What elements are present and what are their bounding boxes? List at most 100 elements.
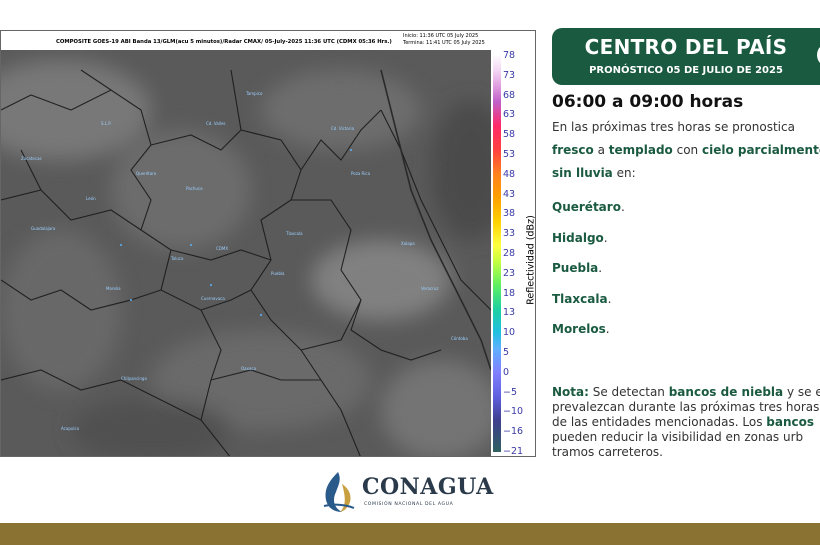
scale-label: Reflectividad (dBz) <box>525 215 536 305</box>
scale-tick: −10 <box>503 406 524 418</box>
state-name: Morelos <box>552 322 606 336</box>
scale-tick: 58 <box>503 129 516 141</box>
scale-tick: 53 <box>503 149 516 160</box>
logo-name: CONAGUA <box>362 474 494 500</box>
svg-text:S.L.P.: S.L.P. <box>101 121 111 126</box>
state-item: Morelos. <box>552 322 610 336</box>
svg-text:Querétaro: Querétaro <box>136 171 157 176</box>
svg-text:Acapulco: Acapulco <box>61 426 80 431</box>
scale-tick: 38 <box>503 208 516 220</box>
svg-text:Cd. Victoria: Cd. Victoria <box>331 126 355 131</box>
scale-tick: −21 <box>503 446 524 457</box>
note-line-1: Nota: Se detectan bancos de niebla y se … <box>552 385 820 400</box>
state-suffix: . <box>620 200 625 214</box>
forecast-line-1-text: En las próximas tres horas se pronostica <box>552 120 795 134</box>
satellite-image: Tampico Cd. Valles Querétaro Pachuca Tla… <box>1 50 491 456</box>
map-init-time: Inicio: 11:36 UTC 05 July 2025 <box>403 33 479 39</box>
note-text: Se detectan <box>588 385 669 399</box>
scale-tick: 43 <box>503 188 516 200</box>
svg-text:Oaxaca: Oaxaca <box>241 366 257 371</box>
state-suffix: . <box>603 230 608 245</box>
scale-tick: 78 <box>503 50 516 61</box>
map-header: COMPOSITE GOES-19 ABI Banda 13/GLM(acu 5… <box>1 31 535 49</box>
scale-tick: 23 <box>503 267 516 279</box>
svg-text:Chilpancingo: Chilpancingo <box>121 376 147 381</box>
svg-text:Xalapa: Xalapa <box>401 241 415 246</box>
note-label: Nota: <box>552 385 589 399</box>
map-end-time: Termina: 11:41 UTC 05 July 2025 <box>403 40 485 46</box>
svg-text:Tampico: Tampico <box>245 91 263 96</box>
scale-tick: 48 <box>503 168 516 180</box>
forecast-line-1: En las próximas tres horas se pronostica <box>552 116 795 139</box>
state-suffix: . <box>605 322 610 336</box>
conagua-logo-icon <box>323 472 355 512</box>
svg-text:Cuernavaca: Cuernavaca <box>201 296 225 301</box>
footer-bar <box>0 523 820 545</box>
svg-text:Poza Rica: Poza Rica <box>351 171 371 176</box>
scale-tick: 28 <box>503 248 516 259</box>
svg-text:Toluca: Toluca <box>170 256 184 261</box>
svg-text:CDMX: CDMX <box>216 246 228 251</box>
note-text: y se e <box>783 385 820 399</box>
forecast-text: a <box>593 143 609 157</box>
svg-text:Zacatecas: Zacatecas <box>21 156 42 161</box>
conagua-logo: CONAGUA COMISIÓN NACIONAL DEL AGUA <box>318 468 508 516</box>
svg-text:Veracruz: Veracruz <box>421 286 438 291</box>
forecast-line-3: sin lluvia en: <box>552 162 636 185</box>
reflectivity-scale: 78 73 68 63 58 53 48 43 38 33 28 23 18 13 10 5 0 −5 −10 −16… <box>491 50 536 457</box>
svg-text:Puebla: Puebla <box>271 271 285 276</box>
scale-tick: 5 <box>503 347 510 358</box>
svg-text:Tlaxcala: Tlaxcala <box>285 231 303 236</box>
svg-text:Guadalajara: Guadalajara <box>31 226 56 231</box>
scale-tick: 0 <box>503 366 510 378</box>
state-suffix: . <box>598 261 603 275</box>
note-banks: bancos <box>766 415 815 429</box>
state-name: Hidalgo <box>552 230 604 245</box>
forecast-line-2: fresco a templado con cielo parcialmente <box>552 139 820 162</box>
note-line-2: prevalezcan durante las próximas tres ho… <box>552 400 820 414</box>
state-item: Querétaro. <box>552 200 625 214</box>
scale-tick: 10 <box>503 327 516 339</box>
scale-tick: 33 <box>503 228 516 240</box>
svg-text:Córdoba: Córdoba <box>451 336 468 341</box>
svg-text:Cd. Valles: Cd. Valles <box>206 121 226 126</box>
scale-tick: 63 <box>503 109 516 121</box>
note-line-4: pueden reducir la visibilidad en zonas u… <box>552 430 804 444</box>
note-fog: bancos de niebla <box>668 385 784 399</box>
scale-tick: 68 <box>503 89 516 101</box>
state-item: Hidalgo. <box>552 231 608 245</box>
state-name: Querétaro <box>552 200 621 214</box>
scale-tick: 18 <box>503 287 516 299</box>
note-line-3: de las entidades mencionadas. Los bancos <box>552 415 814 430</box>
forecast-text: en: <box>612 166 636 180</box>
scale-tick: 13 <box>503 307 516 319</box>
note-line-5: tramos carreteros. <box>552 445 663 459</box>
state-suffix: . <box>607 291 612 306</box>
forecast-text: con <box>672 143 702 157</box>
page: COMPOSITE GOES-19 ABI Banda 13/GLM(acu 5… <box>0 0 820 545</box>
state-item: Tlaxcala. <box>552 292 611 306</box>
svg-text:Morelia: Morelia <box>106 286 121 291</box>
satellite-map-panel: COMPOSITE GOES-19 ABI Banda 13/GLM(acu 5… <box>0 30 536 457</box>
region-banner: CENTRO DEL PAÍS PRONÓSTICO 05 DE JULIO D… <box>552 28 820 85</box>
svg-text:León: León <box>86 196 96 201</box>
state-name: Tlaxcala <box>552 291 608 306</box>
forecast-sky: cielo parcialmente <box>701 143 820 157</box>
forecast-no-rain: sin lluvia <box>552 166 613 180</box>
logo-subtitle: COMISIÓN NACIONAL DEL AGUA <box>364 502 454 507</box>
forecast-panel: CENTRO DEL PAÍS PRONÓSTICO 05 DE JULIO D… <box>548 28 820 460</box>
note-text: de las entidades mencionadas. Los <box>552 415 767 429</box>
state-name: Puebla <box>552 261 599 275</box>
scale-tick: −5 <box>503 386 518 398</box>
banner-title: CENTRO DEL PAÍS <box>584 35 788 59</box>
time-range-title: 06:00 a 09:00 horas <box>552 92 744 112</box>
svg-text:Pachuca: Pachuca <box>186 186 203 191</box>
reflectivity-colorbar <box>493 54 501 452</box>
state-item: Puebla. <box>552 261 602 275</box>
map-caption: COMPOSITE GOES-19 ABI Banda 13/GLM(acu 5… <box>56 39 392 45</box>
forecast-temp-fresco: fresco <box>552 143 594 157</box>
scale-tick: −16 <box>503 426 524 438</box>
banner-subtitle: PRONÓSTICO 05 DE JULIO DE 2025 <box>589 65 783 76</box>
scale-tick: 73 <box>503 69 516 81</box>
forecast-temp-templado: templado <box>608 143 673 157</box>
